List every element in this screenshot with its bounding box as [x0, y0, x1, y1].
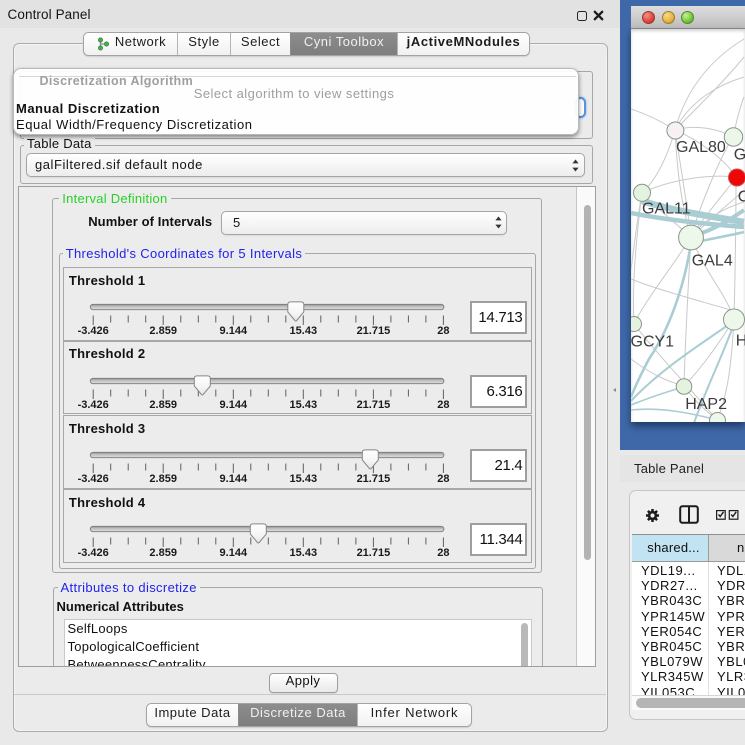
svg-text:9.144: 9.144 [219, 399, 247, 411]
svg-text:2.859: 2.859 [149, 473, 177, 485]
svg-text:G.: G. [734, 146, 745, 163]
svg-text:9.144: 9.144 [219, 325, 247, 337]
svg-text:GAL4: GAL4 [692, 252, 733, 269]
svg-text:GAL11: GAL11 [642, 200, 691, 217]
svg-text:21.715: 21.715 [356, 399, 390, 411]
svg-text:9.144: 9.144 [219, 473, 247, 485]
svg-text:2.859: 2.859 [149, 325, 177, 337]
svg-text:21.715: 21.715 [356, 325, 390, 337]
svg-text:15.43: 15.43 [289, 473, 317, 485]
svg-text:2.859: 2.859 [149, 547, 177, 559]
svg-text:-3.426: -3.426 [77, 473, 108, 485]
svg-text:15.43: 15.43 [289, 399, 317, 411]
svg-text:28: 28 [437, 473, 449, 485]
svg-text:GAL80: GAL80 [676, 139, 726, 156]
svg-text:9.144: 9.144 [219, 547, 247, 559]
svg-text:28: 28 [437, 399, 449, 411]
svg-text:GCY1: GCY1 [631, 333, 674, 350]
svg-text:28: 28 [437, 325, 449, 337]
svg-text:C: C [738, 188, 745, 205]
svg-text:15.43: 15.43 [289, 547, 317, 559]
svg-text:15.43: 15.43 [289, 325, 317, 337]
svg-text:-3.426: -3.426 [77, 399, 108, 411]
svg-text:H: H [736, 332, 745, 349]
svg-text:2.859: 2.859 [149, 399, 177, 411]
svg-text:21.715: 21.715 [356, 547, 390, 559]
svg-text:-3.426: -3.426 [77, 547, 108, 559]
svg-text:21.715: 21.715 [356, 473, 390, 485]
svg-text:-3.426: -3.426 [77, 325, 108, 337]
svg-text:HAP2: HAP2 [685, 396, 727, 413]
svg-text:28: 28 [437, 547, 449, 559]
